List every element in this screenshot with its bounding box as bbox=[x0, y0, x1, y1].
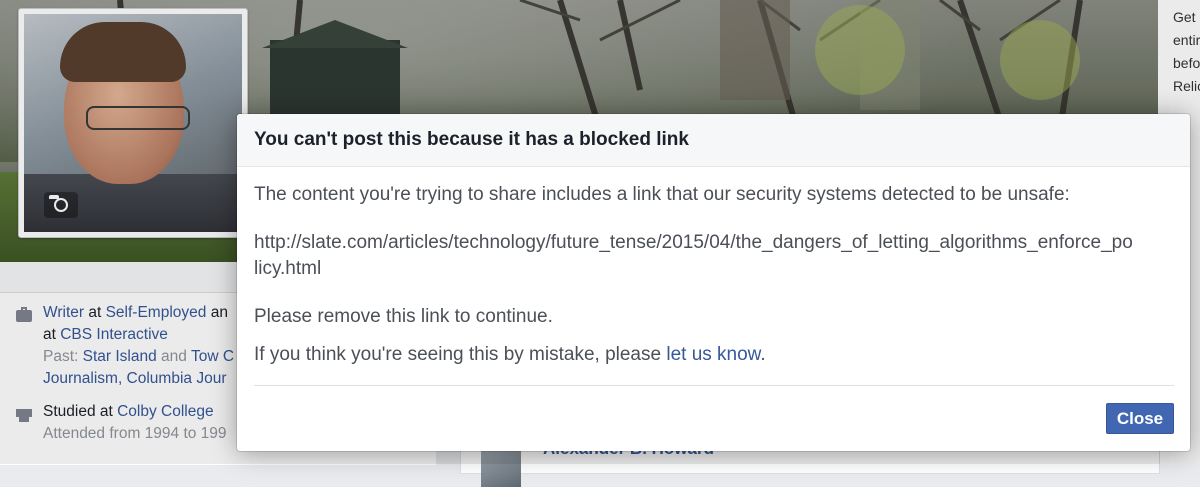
mistake-text: If you think you're seeing this by mista… bbox=[254, 342, 766, 368]
close-button[interactable]: Close bbox=[1106, 403, 1174, 434]
let-us-know-link[interactable]: let us know bbox=[666, 344, 760, 365]
dialog-intro-text: The content you're trying to share inclu… bbox=[254, 184, 1070, 205]
dialog-divider bbox=[254, 385, 1174, 386]
mistake-suffix: . bbox=[760, 344, 766, 365]
blocked-link-dialog: You can't post this because it has a blo… bbox=[237, 114, 1190, 451]
dialog-header: You can't post this because it has a blo… bbox=[237, 114, 1190, 167]
dialog-title: You can't post this because it has a blo… bbox=[254, 129, 689, 150]
blocked-url-text: http://slate.com/articles/technology/fut… bbox=[254, 232, 1133, 279]
remove-link-text: Please remove this link to continue. bbox=[254, 306, 553, 327]
mistake-prefix: If you think you're seeing this by mista… bbox=[254, 344, 667, 365]
